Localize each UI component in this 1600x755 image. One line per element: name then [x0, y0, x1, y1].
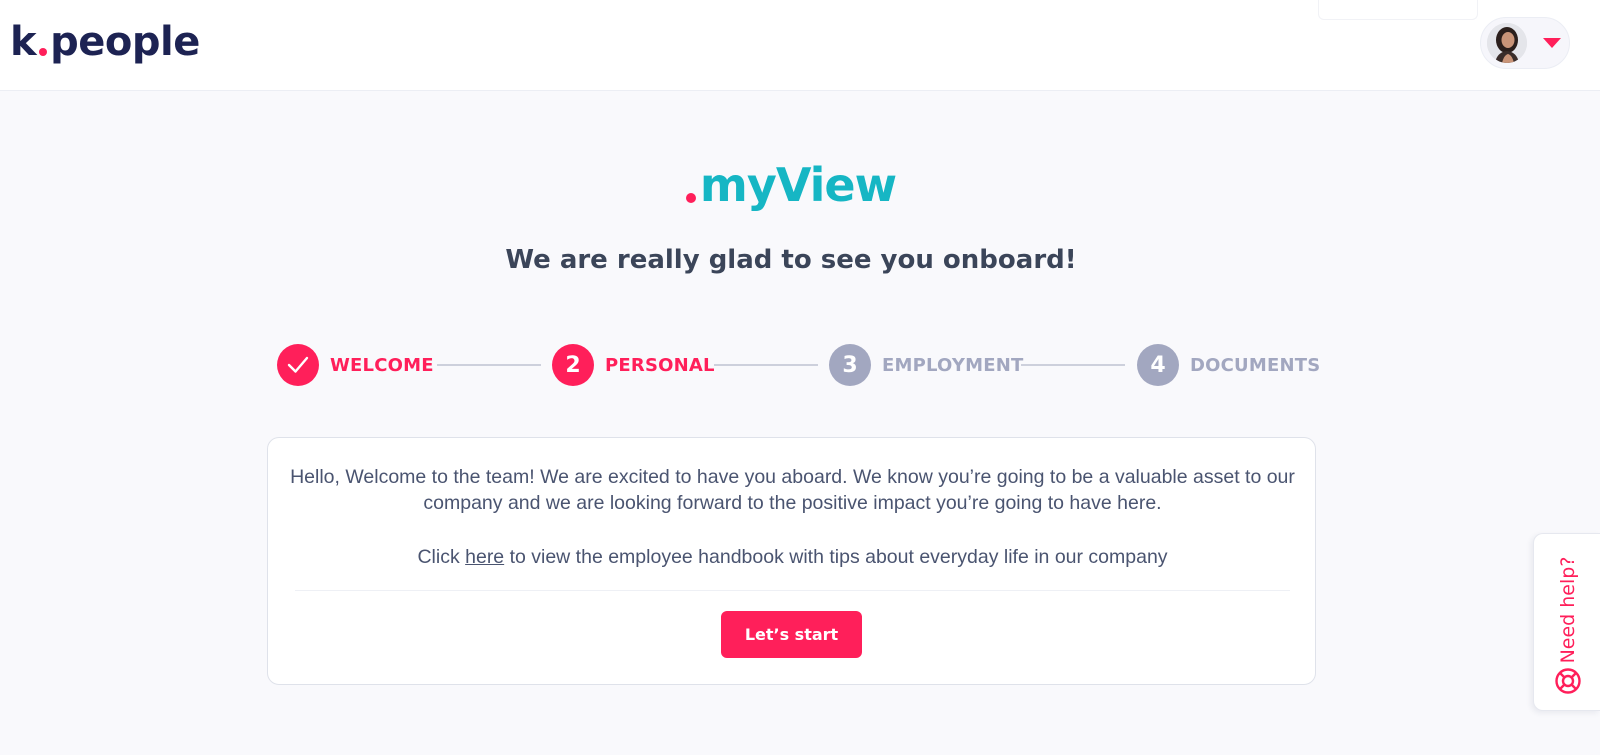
step-personal[interactable]: 2 PERSONAL — [552, 344, 715, 386]
welcome-message: Hello, Welcome to the team! We are excit… — [290, 466, 1295, 514]
onboarding-stepper: WELCOME 2 PERSONAL 3 EMPLOYMENT 4 DOCUME… — [277, 344, 1320, 386]
lifebuoy-icon — [1555, 668, 1581, 694]
logo-right: people — [50, 19, 200, 65]
step-connector — [1021, 364, 1125, 366]
handbook-prefix: Click — [417, 546, 460, 568]
step-number-documents: 4 — [1137, 344, 1179, 386]
need-help-tab[interactable]: Need help? — [1533, 533, 1600, 711]
logo-left: k — [10, 19, 37, 65]
step-label-employment: EMPLOYMENT — [882, 354, 1024, 376]
step-label-personal: PERSONAL — [605, 354, 715, 376]
step-documents[interactable]: 4 DOCUMENTS — [1137, 344, 1320, 386]
lets-start-button[interactable]: Let’s start — [721, 611, 862, 658]
welcome-card: Hello, Welcome to the team! We are excit… — [267, 437, 1316, 685]
brand-name: myView — [699, 158, 897, 212]
step-label-documents: DOCUMENTS — [1190, 354, 1321, 376]
handbook-suffix: to view the employee handbook with tips … — [509, 546, 1168, 568]
step-connector — [437, 364, 541, 366]
brand-title: myView — [0, 155, 1582, 215]
step-welcome[interactable]: WELCOME — [277, 344, 434, 386]
handbook-line: Click here to view the employee handbook… — [268, 544, 1317, 570]
top-header: k people — [0, 0, 1600, 91]
step-employment[interactable]: 3 EMPLOYMENT — [829, 344, 1023, 386]
check-icon — [277, 344, 319, 386]
step-connector — [714, 364, 818, 366]
need-help-label: Need help? — [1557, 556, 1579, 664]
faint-toolbar — [1318, 0, 1478, 20]
kpeople-logo[interactable]: k people — [10, 15, 200, 69]
step-label-welcome: WELCOME — [330, 354, 434, 376]
handbook-link[interactable]: here — [465, 546, 504, 568]
user-menu[interactable] — [1480, 17, 1570, 69]
caret-down-icon[interactable] — [1543, 38, 1561, 48]
page-heading: We are really glad to see you onboard! — [505, 245, 1077, 275]
brand-dot — [685, 193, 696, 203]
step-number-personal: 2 — [552, 344, 594, 386]
card-divider — [295, 590, 1290, 591]
logo-dot — [39, 48, 48, 56]
step-number-employment: 3 — [829, 344, 871, 386]
user-avatar[interactable] — [1487, 23, 1527, 63]
